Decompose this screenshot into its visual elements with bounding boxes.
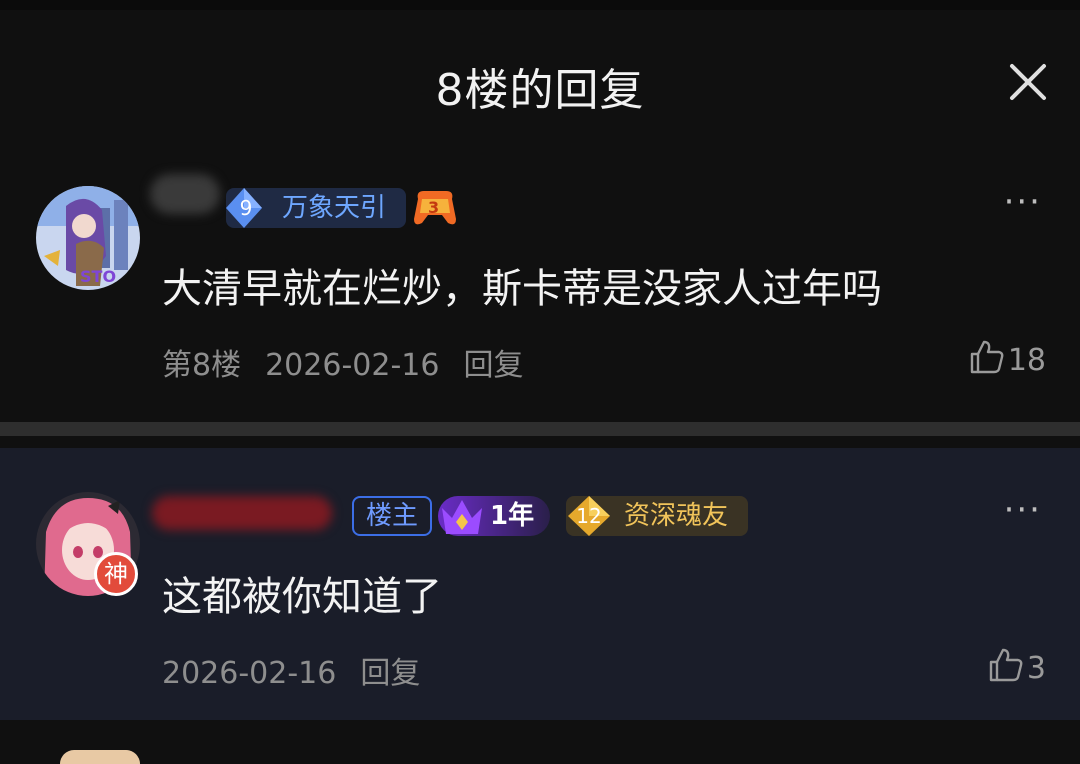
like-count: 3 [1026, 651, 1046, 686]
member-year-badge[interactable]: 1年 [438, 496, 550, 536]
year-text: 1年 [490, 501, 535, 531]
reply-button[interactable]: 回复 [360, 656, 420, 691]
avatar-peek [60, 750, 140, 764]
sheet-header: 8楼的回复 [0, 10, 1080, 130]
like-count: 18 [1007, 343, 1046, 378]
comment-date: 2026-02-16 [265, 348, 440, 383]
next-comment-peek [0, 720, 1080, 764]
close-icon[interactable] [1006, 60, 1050, 104]
page-title: 8楼的回复 [435, 65, 645, 116]
level-number: 9 [239, 196, 253, 220]
level-badge[interactable]: 12 资深魂友 [566, 496, 748, 536]
op-tag: 楼主 [352, 496, 432, 536]
badge-title: 万象天引 [282, 193, 387, 223]
username-redacted[interactable] [150, 174, 220, 214]
comment-meta: 第8楼 2026-02-16 回复 [162, 340, 547, 384]
like-button[interactable]: 18 [968, 338, 1046, 378]
comment-text: 大清早就在烂炒，斯卡蒂是没家人过年吗 [162, 266, 882, 312]
status-strip [0, 0, 1080, 10]
more-icon[interactable]: ··· [1004, 182, 1042, 222]
game-level: 3 [428, 198, 439, 217]
thumbs-up-icon [970, 340, 1004, 374]
level-number: 12 [576, 504, 602, 528]
comment-text: 这都被你知道了 [162, 574, 442, 620]
like-button[interactable]: 3 [987, 646, 1046, 686]
username-redacted[interactable] [152, 496, 332, 530]
god-badge: 神 [94, 552, 138, 596]
section-gap [0, 436, 1080, 448]
section-divider [0, 422, 1080, 436]
reply-button[interactable]: 回复 [463, 348, 523, 383]
badge-title: 资深魂友 [624, 501, 729, 531]
floor-number: 第8楼 [162, 348, 242, 383]
controller-icon: 3 [414, 191, 456, 225]
comment-meta: 2026-02-16 回复 [162, 648, 444, 692]
avatar[interactable]: STO [36, 186, 140, 290]
reply-comment: 神 楼主 1年 12 资深魂友 ··· 这都被你知道了 2026-02-16 回复… [0, 448, 1080, 720]
svg-text:STO: STO [80, 267, 116, 286]
crown-icon [442, 500, 482, 534]
main-comment: STO 9 万象天引 3 ··· 大清早就在烂炒，斯卡蒂是没家人过年吗 第8楼 2… [0, 130, 1080, 422]
comment-date: 2026-02-16 [162, 656, 337, 691]
more-icon[interactable]: ··· [1004, 490, 1042, 530]
level-badge[interactable]: 9 万象天引 [226, 188, 406, 228]
thumbs-up-icon [989, 648, 1023, 682]
